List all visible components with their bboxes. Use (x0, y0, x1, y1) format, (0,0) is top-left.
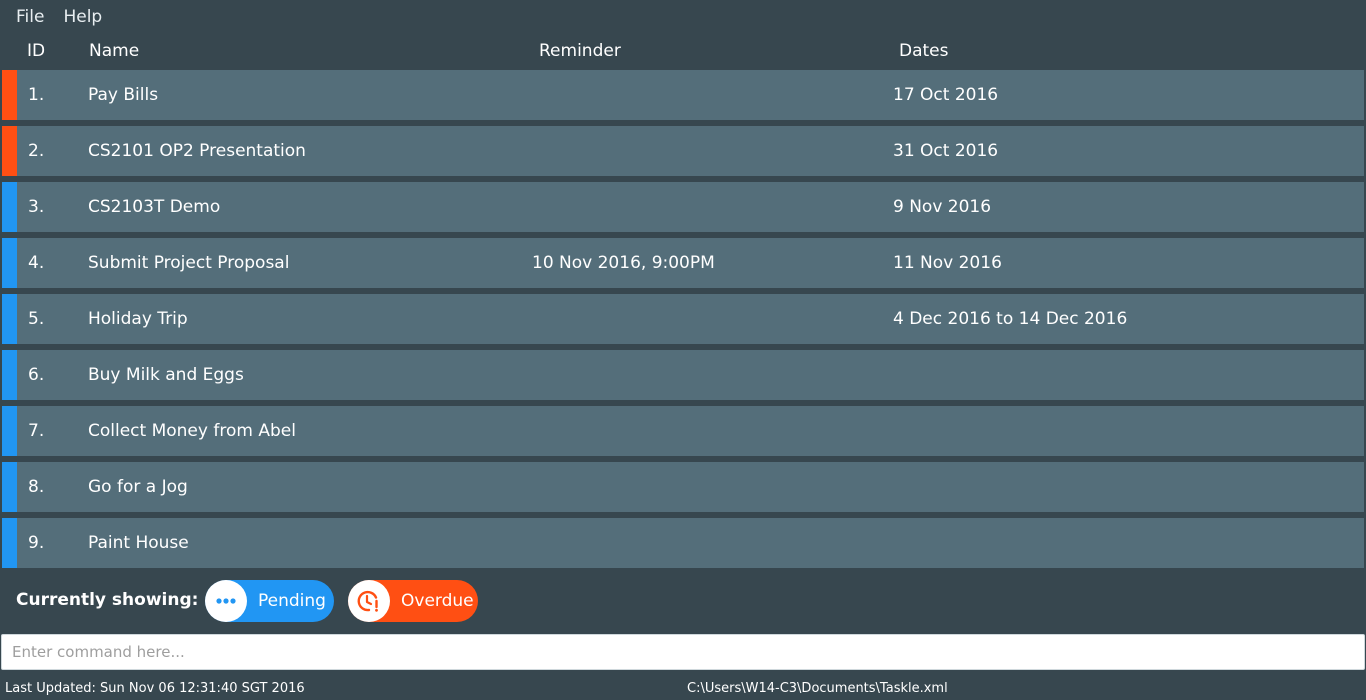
overdue-filter-chip[interactable]: Overdue (348, 580, 478, 622)
pending-status-stripe (2, 350, 17, 400)
menu-help[interactable]: Help (63, 7, 102, 27)
task-dates: 9 Nov 2016 (893, 197, 992, 217)
task-name: CS2103T Demo (88, 197, 221, 217)
status-bar: Last Updated: Sun Nov 06 12:31:40 SGT 20… (0, 678, 1366, 700)
task-id: 2. (28, 141, 45, 161)
column-header-id: ID (27, 41, 46, 61)
pending-status-stripe (2, 406, 17, 456)
task-id: 4. (28, 253, 45, 273)
task-row[interactable]: 5. Holiday Trip 4 Dec 2016 to 14 Dec 201… (2, 294, 1364, 344)
column-header-name: Name (89, 41, 140, 61)
pending-filter-chip[interactable]: Pending (205, 580, 334, 622)
app-window: File Help ID Name Reminder Dates 1. Pay … (0, 0, 1366, 700)
task-name: Pay Bills (88, 85, 159, 105)
task-id: 3. (28, 197, 45, 217)
task-dates: 17 Oct 2016 (893, 85, 999, 105)
clock-alert-icon (348, 580, 390, 622)
overdue-status-stripe (2, 70, 17, 120)
task-row[interactable]: 2. CS2101 OP2 Presentation 31 Oct 2016 (2, 126, 1364, 176)
task-dates: 31 Oct 2016 (893, 141, 999, 161)
task-name: Collect Money from Abel (88, 421, 296, 441)
menu-bar: File Help (0, 0, 1366, 34)
task-row[interactable]: 1. Pay Bills 17 Oct 2016 (2, 70, 1364, 120)
task-name: CS2101 OP2 Presentation (88, 141, 306, 161)
pending-status-stripe (2, 294, 17, 344)
task-list: 1. Pay Bills 17 Oct 2016 2. CS2101 OP2 P… (2, 70, 1364, 574)
task-name: Buy Milk and Eggs (88, 365, 244, 385)
task-name: Submit Project Proposal (88, 253, 290, 273)
task-id: 5. (28, 309, 45, 329)
task-name: Paint House (88, 533, 189, 553)
task-id: 6. (28, 365, 45, 385)
task-id: 8. (28, 477, 45, 497)
task-id: 7. (28, 421, 45, 441)
task-row[interactable]: 8. Go for a Jog (2, 462, 1364, 512)
pending-status-stripe (2, 238, 17, 288)
task-row[interactable]: 7. Collect Money from Abel (2, 406, 1364, 456)
pending-status-stripe (2, 518, 17, 568)
column-header-reminder: Reminder (539, 41, 621, 61)
task-id: 1. (28, 85, 45, 105)
more-dots-icon (205, 580, 247, 622)
task-dates: 11 Nov 2016 (893, 253, 1002, 273)
task-name: Holiday Trip (88, 309, 188, 329)
pending-status-stripe (2, 182, 17, 232)
task-row[interactable]: 4. Submit Project Proposal 10 Nov 2016, … (2, 238, 1364, 288)
file-path-text: C:\Users\W14-C3\Documents\Taskle.xml (687, 681, 948, 696)
task-reminder: 10 Nov 2016, 9:00PM (532, 253, 715, 273)
task-row[interactable]: 9. Paint House (2, 518, 1364, 568)
last-updated-text: Last Updated: Sun Nov 06 12:31:40 SGT 20… (5, 681, 305, 696)
filter-bar: Currently showing: Pending Overdue (0, 578, 1366, 624)
task-row[interactable]: 6. Buy Milk and Eggs (2, 350, 1364, 400)
menu-file[interactable]: File (16, 7, 44, 27)
pending-chip-label: Pending (258, 591, 326, 611)
task-name: Go for a Jog (88, 477, 188, 497)
task-row[interactable]: 3. CS2103T Demo 9 Nov 2016 (2, 182, 1364, 232)
column-header-dates: Dates (899, 41, 949, 61)
task-id: 9. (28, 533, 45, 553)
command-input[interactable] (1, 634, 1365, 670)
overdue-chip-label: Overdue (401, 591, 474, 611)
filter-label: Currently showing: (16, 590, 199, 610)
task-dates: 4 Dec 2016 to 14 Dec 2016 (893, 309, 1128, 329)
overdue-status-stripe (2, 126, 17, 176)
pending-status-stripe (2, 462, 17, 512)
